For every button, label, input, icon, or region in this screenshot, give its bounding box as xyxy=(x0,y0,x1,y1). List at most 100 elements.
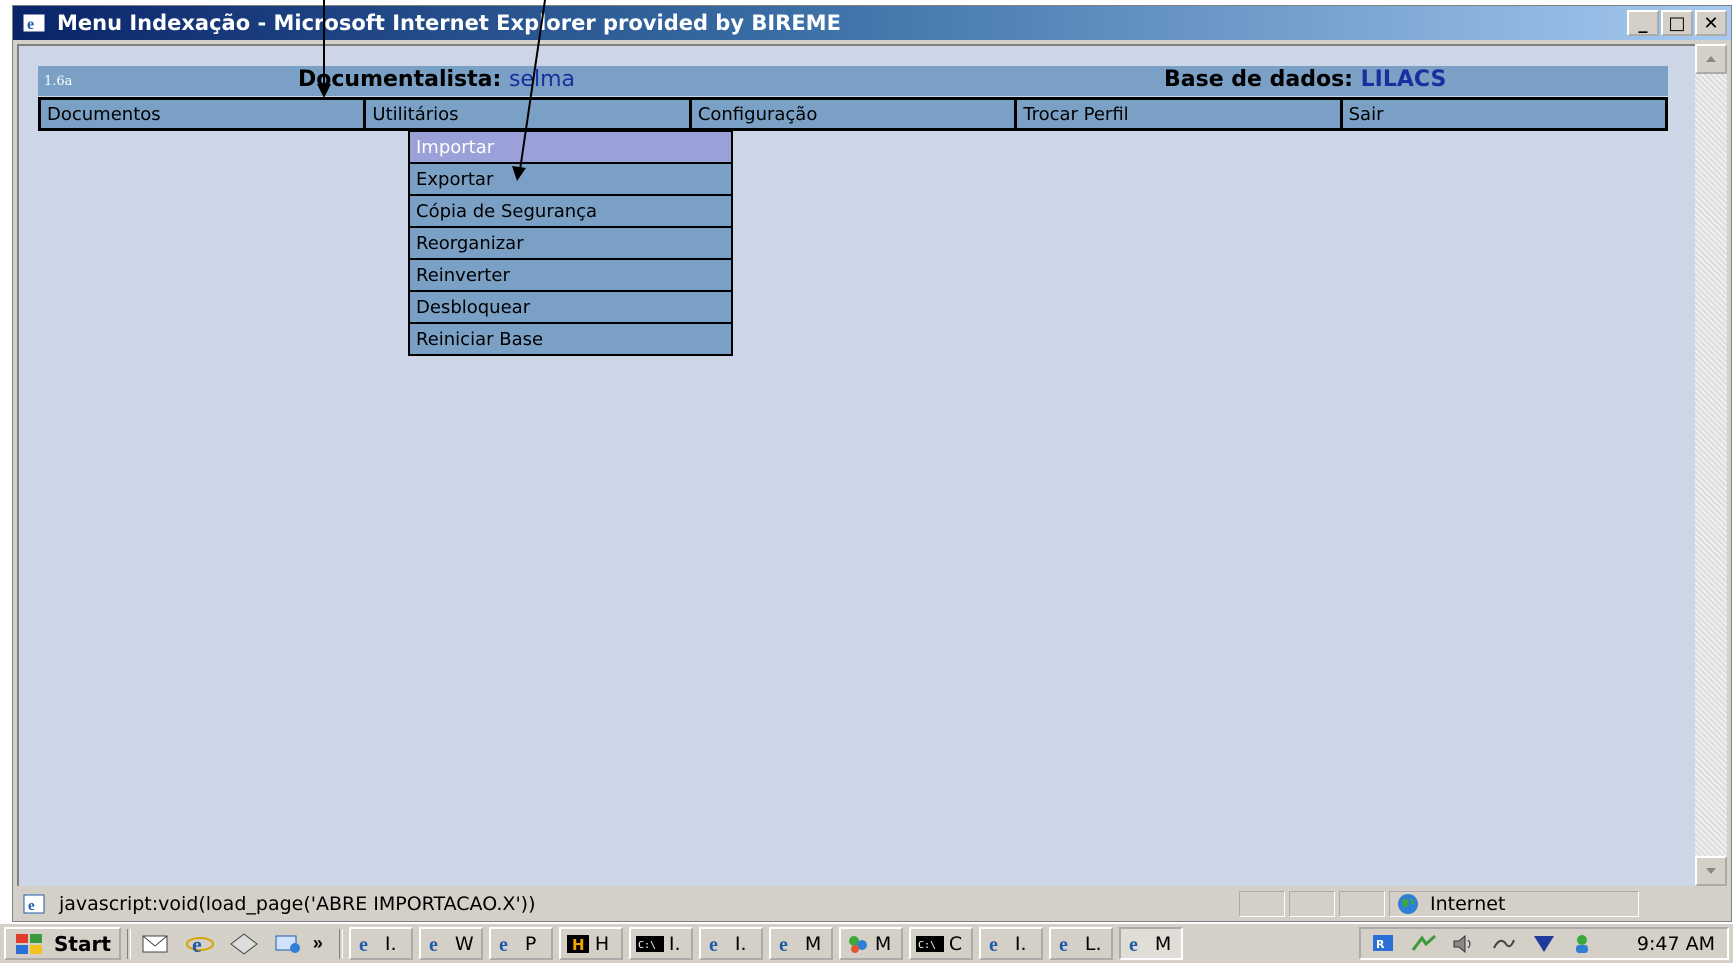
outlook-express-icon[interactable] xyxy=(137,929,175,959)
status-bar: e javascript:void(load_page('ABRE IMPORT… xyxy=(13,888,1731,920)
taskbar-button[interactable]: C:\ I. xyxy=(628,927,693,960)
quicklaunch-more-button[interactable]: » xyxy=(313,933,323,954)
taskbar-button[interactable]: e I. xyxy=(698,927,763,960)
svg-text:e: e xyxy=(429,934,438,955)
svg-text:C:\: C:\ xyxy=(918,940,936,951)
scroll-up-button[interactable] xyxy=(1695,44,1727,74)
status-cell xyxy=(1239,891,1285,917)
utilitarios-dropdown: Importar Exportar Cópia de Segurança Reo… xyxy=(408,130,733,356)
taskbar-button[interactable]: e I. xyxy=(978,927,1043,960)
taskbar-button[interactable]: e I. xyxy=(348,927,413,960)
security-zone: Internet xyxy=(1389,891,1639,917)
menu-item-reorganizar[interactable]: Reorganizar xyxy=(410,228,731,258)
menu-item-importar[interactable]: Importar xyxy=(410,132,731,162)
page-icon: e xyxy=(19,891,51,917)
status-cell xyxy=(1289,891,1335,917)
window-title: Menu Indexação - Microsoft Internet Expl… xyxy=(57,11,841,35)
network-status-icon[interactable] xyxy=(1407,930,1441,958)
network-icon[interactable] xyxy=(269,929,307,959)
menu-item-desbloquear[interactable]: Desbloquear xyxy=(410,292,731,322)
menu-documentos[interactable]: Documentos xyxy=(41,100,364,128)
ie-icon: e xyxy=(359,934,368,955)
desktop-icon[interactable] xyxy=(225,929,263,959)
globe-icon xyxy=(1398,894,1418,914)
zone-label: Internet xyxy=(1430,893,1506,915)
taskbar-button[interactable]: e M xyxy=(768,927,833,960)
title-bar[interactable]: e Menu Indexação - Microsoft Internet Ex… xyxy=(13,6,1731,40)
status-text: javascript:void(load_page('ABRE IMPORTAC… xyxy=(59,893,536,915)
svg-text:e: e xyxy=(192,932,202,957)
taskbar-button-label: M xyxy=(804,932,822,955)
taskbar-button[interactable]: M xyxy=(838,927,903,960)
menu-item-exportar[interactable]: Exportar xyxy=(410,164,731,194)
header-bar: 1.6a Documentalista: selma Base de dados… xyxy=(38,66,1668,96)
ie-icon: e xyxy=(19,11,49,35)
menu-item-copia-seguranca[interactable]: Cópia de Segurança xyxy=(410,196,731,226)
svg-text:e: e xyxy=(709,934,718,955)
menu-configuracao[interactable]: Configuração xyxy=(691,100,1015,128)
registry-icon[interactable]: R xyxy=(1367,930,1401,958)
taskbar-button-label: H xyxy=(594,932,610,955)
taskbar-button-label: I. xyxy=(668,932,681,955)
connection-icon[interactable] xyxy=(1487,930,1521,958)
svg-text:C:\: C:\ xyxy=(638,940,656,951)
taskbar-button[interactable]: C:\ C xyxy=(908,927,973,960)
svg-text:e: e xyxy=(499,934,508,955)
antivirus-icon[interactable] xyxy=(1527,930,1561,958)
ie-icon: e xyxy=(429,934,438,955)
svg-text:e: e xyxy=(359,934,368,955)
database-label: Base de dados: xyxy=(1164,67,1353,92)
ie-icon: e xyxy=(779,934,788,955)
menu-utilitarios[interactable]: Utilitários xyxy=(366,100,689,128)
taskbar-button[interactable]: e L. xyxy=(1048,927,1113,960)
svg-text:e: e xyxy=(28,898,35,914)
taskbar: Start e » e I. e W e P H H C:\ I. e I. e… xyxy=(0,922,1733,963)
vertical-scrollbar[interactable] xyxy=(1695,44,1727,886)
arrow-up-icon xyxy=(1706,56,1716,62)
start-button[interactable]: Start xyxy=(4,927,121,960)
database-value: LILACS xyxy=(1360,67,1447,92)
svg-text:e: e xyxy=(1059,934,1068,955)
taskbar-button-label: M xyxy=(1154,932,1172,955)
speaker-icon[interactable] xyxy=(1447,930,1481,958)
taskbar-button[interactable]: e W xyxy=(418,927,483,960)
internet-explorer-icon[interactable]: e xyxy=(181,929,219,959)
separator xyxy=(126,928,131,959)
taskbar-button-label: W xyxy=(454,932,474,955)
svg-text:R: R xyxy=(1376,938,1385,951)
clock: 9:47 AM xyxy=(1636,932,1715,955)
app-h-icon: H xyxy=(566,934,589,954)
taskbar-button-label: I. xyxy=(1014,932,1027,955)
system-tray: R 9:47 AM xyxy=(1359,927,1729,960)
close-button[interactable]: ✕ xyxy=(1695,10,1727,36)
menu-item-reinverter[interactable]: Reinverter xyxy=(410,260,731,290)
taskbar-button-active[interactable]: e M xyxy=(1118,927,1183,960)
menu-trocar-perfil[interactable]: Trocar Perfil xyxy=(1017,100,1340,128)
taskbar-button[interactable]: e P xyxy=(488,927,553,960)
ie-icon: e xyxy=(499,934,508,955)
taskbar-button[interactable]: H H xyxy=(558,927,623,960)
messenger-icon[interactable] xyxy=(1567,930,1601,958)
ie-icon: e xyxy=(709,934,718,955)
svg-text:e: e xyxy=(779,934,788,955)
version-label: 1.6a xyxy=(44,74,73,89)
svg-text:H: H xyxy=(572,936,585,954)
svg-text:e: e xyxy=(1129,934,1138,955)
maximize-button[interactable]: □ xyxy=(1661,10,1693,36)
minimize-button[interactable]: _ xyxy=(1627,10,1659,36)
scroll-down-button[interactable] xyxy=(1695,856,1727,886)
taskbar-button-label: C xyxy=(948,932,963,955)
menu-sair[interactable]: Sair xyxy=(1342,100,1666,128)
page-content xyxy=(17,44,1695,886)
taskbar-button-label: I. xyxy=(734,932,747,955)
taskbar-button-label: M xyxy=(874,932,892,955)
cmd-icon: C:\ xyxy=(915,935,944,952)
documentalista-field: Documentalista: selma xyxy=(298,67,575,92)
menu-item-reiniciar-base[interactable]: Reiniciar Base xyxy=(410,324,731,354)
arrow-down-icon xyxy=(1706,868,1716,874)
svg-text:e: e xyxy=(27,16,34,33)
browser-window: e Menu Indexação - Microsoft Internet Ex… xyxy=(12,5,1732,922)
main-menu: Documentos Utilitários Configuração Troc… xyxy=(38,97,1668,131)
documentalista-label: Documentalista: xyxy=(298,67,502,92)
database-field: Base de dados: LILACS xyxy=(1164,67,1446,92)
